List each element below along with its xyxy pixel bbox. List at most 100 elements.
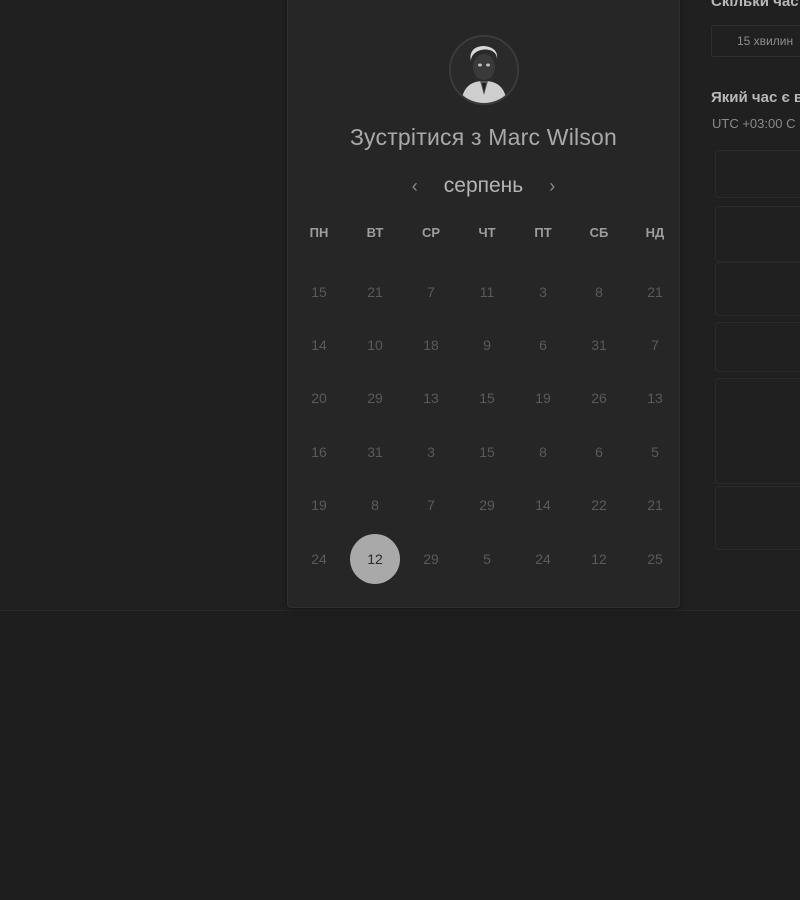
calendar-day[interactable]: 15 <box>459 425 515 478</box>
calendar-day-number: 21 <box>647 283 663 300</box>
calendar-day-number: 6 <box>539 337 547 354</box>
calendar-day-number: 9 <box>483 337 491 354</box>
duration-heading: Скільки час <box>711 0 799 10</box>
calendar-day[interactable]: 7 <box>627 318 683 371</box>
calendar-day[interactable]: 15 <box>291 265 347 318</box>
calendar-day[interactable]: 16 <box>291 425 347 478</box>
calendar-card: Зустрітися з Marc Wilson ‹ серпень › ПН … <box>287 0 680 608</box>
calendar-day-number: 12 <box>591 550 607 567</box>
chevron-left-icon[interactable]: ‹ <box>404 175 426 197</box>
weekday-label: ЧТ <box>478 225 496 240</box>
calendar-day[interactable]: 6 <box>515 318 571 371</box>
calendar-day[interactable]: 18 <box>403 318 459 371</box>
calendar-day-number: 7 <box>651 337 659 354</box>
calendar-day-number: 24 <box>311 550 327 567</box>
calendar-day[interactable]: 21 <box>347 265 403 318</box>
calendar-day[interactable]: 13 <box>403 372 459 425</box>
calendar-day-number: 14 <box>535 497 551 514</box>
month-label: серпень <box>443 174 524 197</box>
weekday-header: ПН ВТ СР ЧТ ПТ СБ НД <box>291 225 683 241</box>
calendar-day[interactable]: 22 <box>571 479 627 532</box>
page-title: Зустрітися з Marc Wilson <box>349 124 618 150</box>
calendar-day[interactable]: 21 <box>627 479 683 532</box>
calendar-day[interactable]: 8 <box>347 479 403 532</box>
calendar-day[interactable]: 11 <box>459 265 515 318</box>
calendar-day-number: 15 <box>479 443 495 460</box>
calendar-day[interactable]: 29 <box>347 372 403 425</box>
calendar-day[interactable]: 19 <box>515 372 571 425</box>
calendar-day-number: 15 <box>311 283 327 300</box>
calendar-day-number: 13 <box>647 390 663 407</box>
calendar-day-number: 14 <box>311 337 327 354</box>
calendar-day-number: 21 <box>367 283 383 300</box>
right-panel: Скільки час 15 хвилин Який час є в UTC +… <box>711 0 800 560</box>
calendar-day[interactable]: 7 <box>403 479 459 532</box>
calendar-day-number: 3 <box>539 283 547 300</box>
time-slot[interactable] <box>715 206 800 262</box>
calendar-day[interactable]: 3 <box>403 425 459 478</box>
calendar-day[interactable]: 14 <box>515 479 571 532</box>
calendar-day-number: 10 <box>367 337 383 354</box>
calendar-day-number: 29 <box>479 497 495 514</box>
calendar-day[interactable]: 20 <box>291 372 347 425</box>
month-navigation: ‹ серпень › <box>288 171 679 201</box>
calendar-day-number: 31 <box>591 337 607 354</box>
calendar-day[interactable]: 31 <box>347 425 403 478</box>
timezone-heading: Який час є в <box>711 89 800 106</box>
calendar-day-number: 24 <box>535 550 551 567</box>
calendar-day-number: 29 <box>423 550 439 567</box>
calendar-day-number: 7 <box>427 283 435 300</box>
weekday-label: ПТ <box>534 225 552 240</box>
calendar-day[interactable]: 3 <box>515 265 571 318</box>
calendar-day-number: 3 <box>427 443 435 460</box>
calendar-day[interactable]: 8 <box>571 265 627 318</box>
calendar-day-number: 19 <box>311 497 327 514</box>
calendar-day[interactable]: 6 <box>571 425 627 478</box>
calendar-day[interactable]: 29 <box>459 479 515 532</box>
calendar-day[interactable]: 24 <box>515 532 571 585</box>
calendar-day[interactable]: 14 <box>291 318 347 371</box>
calendar-day[interactable]: 8 <box>515 425 571 478</box>
timezone-selector[interactable]: UTC +03:00 С <box>712 116 795 131</box>
calendar-day[interactable]: 5 <box>627 425 683 478</box>
calendar-day-number: 25 <box>647 550 663 567</box>
duration-option[interactable]: 15 хвилин <box>711 25 800 57</box>
calendar-day[interactable]: 24 <box>291 532 347 585</box>
time-slot[interactable] <box>715 378 800 484</box>
calendar-day[interactable]: 29 <box>403 532 459 585</box>
calendar-day[interactable]: 21 <box>627 265 683 318</box>
time-slot[interactable] <box>715 262 800 316</box>
calendar-day[interactable]: 5 <box>459 532 515 585</box>
weekday-label: СБ <box>589 225 609 240</box>
calendar-day[interactable]: 31 <box>571 318 627 371</box>
avatar <box>449 35 519 105</box>
calendar-day-number: 20 <box>311 390 327 407</box>
calendar-day[interactable]: 10 <box>347 318 403 371</box>
calendar-day[interactable]: 13 <box>627 372 683 425</box>
calendar-day[interactable]: 15 <box>459 372 515 425</box>
calendar-day[interactable]: 19 <box>291 479 347 532</box>
chevron-right-icon[interactable]: › <box>541 175 563 197</box>
calendar-day-selected[interactable]: 12 <box>347 532 403 585</box>
calendar-day-number: 6 <box>595 443 603 460</box>
calendar-day[interactable]: 25 <box>627 532 683 585</box>
calendar-day-number: 7 <box>427 497 435 514</box>
person-avatar-image <box>451 37 517 103</box>
calendar-day-number: 8 <box>595 283 603 300</box>
weekday-label: ВТ <box>366 225 384 240</box>
calendar-day[interactable]: 26 <box>571 372 627 425</box>
calendar-day-number: 31 <box>367 443 383 460</box>
time-slot[interactable] <box>715 486 800 550</box>
calendar-day-number: 18 <box>423 337 439 354</box>
time-slot[interactable] <box>715 322 800 372</box>
calendar-day[interactable]: 12 <box>571 532 627 585</box>
calendar-day-number: 15 <box>479 390 495 407</box>
calendar-day[interactable]: 7 <box>403 265 459 318</box>
page: Зустрітися з Marc Wilson ‹ серпень › ПН … <box>0 0 800 900</box>
time-slot[interactable] <box>715 150 800 198</box>
calendar-day-number: 29 <box>367 390 383 407</box>
calendar-day[interactable]: 9 <box>459 318 515 371</box>
calendar-day-number: 16 <box>311 443 327 460</box>
calendar-day-number: 12 <box>350 533 400 584</box>
calendar-day-number: 5 <box>651 443 659 460</box>
